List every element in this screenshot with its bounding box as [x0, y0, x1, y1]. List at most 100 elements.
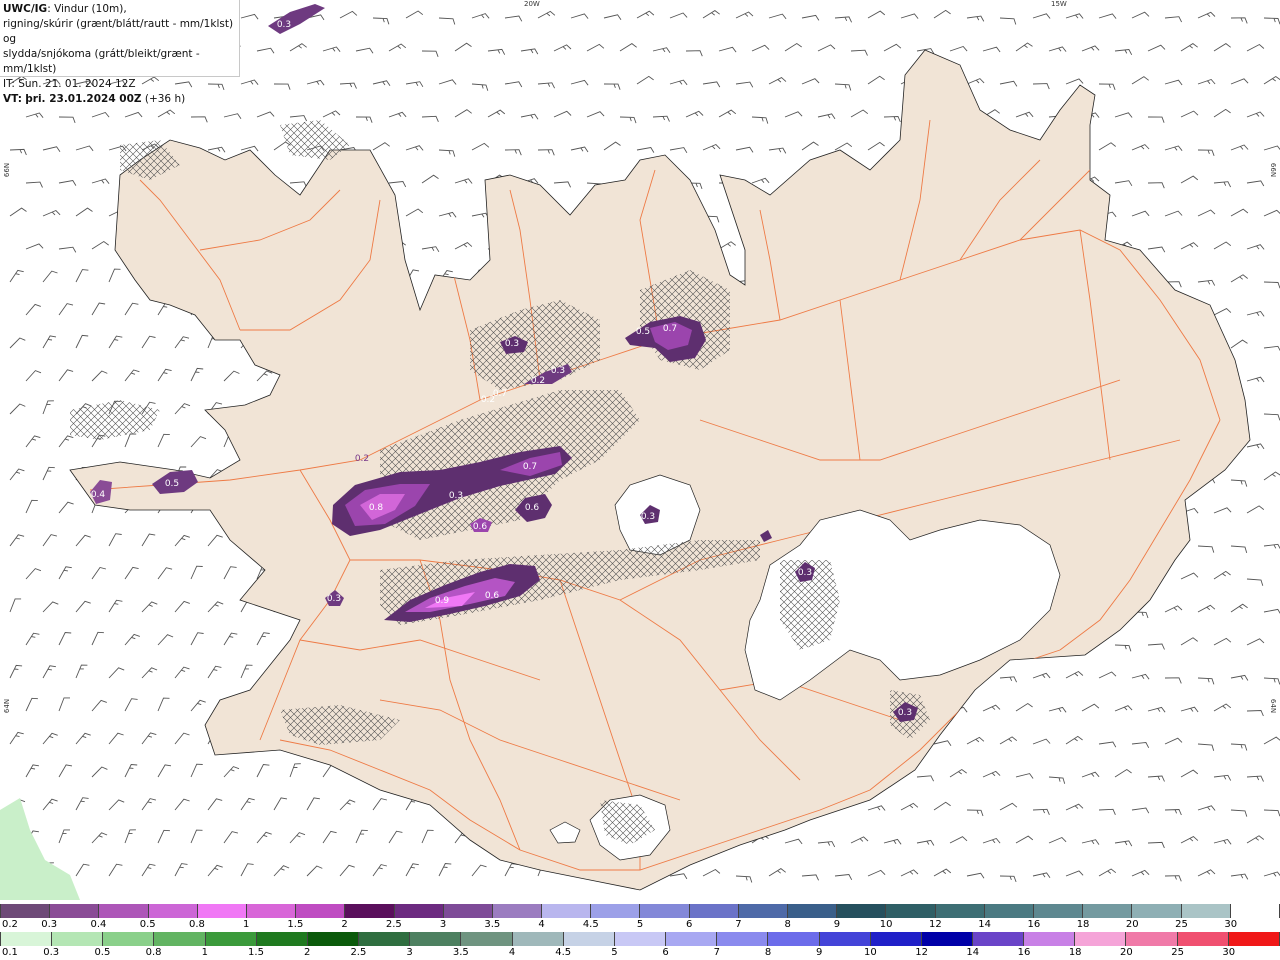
- scale-swatch: [788, 904, 838, 918]
- scale-label: 0.8: [188, 919, 205, 930]
- scale-swatch: [492, 904, 543, 918]
- scale-label: 0.1: [2, 947, 18, 958]
- scale-swatch: [99, 904, 149, 918]
- scale-label: 0.5: [94, 947, 111, 958]
- scale-label: 4.5: [555, 947, 572, 958]
- scale-label: 2.5: [350, 947, 367, 958]
- scale-swatch: [591, 904, 641, 918]
- scale-label: 1: [242, 919, 250, 930]
- lat-label-66n-right: 66N: [1269, 162, 1278, 178]
- scale-label: 4: [538, 919, 545, 930]
- scale-swatch: [154, 932, 206, 946]
- scale-label: 8: [784, 919, 791, 930]
- scale-swatch: [1177, 932, 1229, 946]
- scale-swatch: [1083, 904, 1133, 918]
- scale-swatch: [52, 932, 104, 946]
- scale-label: 18: [1076, 919, 1090, 930]
- scale-swatch: [886, 904, 936, 918]
- scale-label: 7: [735, 919, 742, 930]
- scale-swatch: [972, 932, 1025, 946]
- scale-swatch: [461, 932, 513, 946]
- scale-swatch: [0, 904, 51, 918]
- scale-swatch: [256, 932, 308, 946]
- scale-swatch: [1230, 904, 1280, 918]
- lon-label-20w: 20W: [524, 0, 540, 8]
- scale-label: 3.5: [484, 919, 501, 930]
- scale-label: 25: [1175, 919, 1188, 930]
- amount-label: 0.3: [798, 568, 812, 578]
- scale-label: 4.5: [582, 919, 599, 930]
- amount-label: 0.7: [523, 462, 537, 472]
- scale-swatch: [717, 932, 769, 946]
- scale-swatch: [666, 932, 718, 946]
- scale-swatch: [1126, 932, 1178, 946]
- amount-label: 0.7: [493, 389, 507, 399]
- scale-swatch: [394, 904, 444, 918]
- scale-swatch: [246, 904, 297, 918]
- scale-swatch: [443, 904, 493, 918]
- scale-label: 0.8: [145, 947, 162, 958]
- scale-swatch: [50, 904, 100, 918]
- scale-label: 3: [406, 947, 413, 958]
- amount-label: 0.3: [898, 708, 912, 718]
- scale-label: 30: [1224, 919, 1238, 930]
- amount-label: 0.5: [636, 327, 650, 337]
- lat-label-66n-left: 66N: [3, 162, 12, 178]
- amount-label: 0.5: [165, 479, 179, 489]
- lat-label-64n-right: 64N: [1269, 698, 1278, 714]
- scale-swatch: [0, 932, 53, 946]
- scale-label: 30: [1222, 947, 1236, 958]
- amount-label: 0.2: [355, 454, 369, 464]
- amount-label: 0.7: [663, 324, 677, 334]
- model-name: UWC/IG: [3, 3, 48, 15]
- scale-label: 0.5: [139, 919, 156, 930]
- amount-label: 0.2: [531, 376, 545, 386]
- lat-label-64n-left: 64N: [3, 698, 12, 714]
- scale-swatch: [1033, 904, 1084, 918]
- scale-swatch: [410, 932, 462, 946]
- amount-label: 0.6: [473, 522, 488, 532]
- header-line-2: rigning/skúrir (grænt/blátt/rautt - mm/1…: [3, 18, 234, 45]
- scale-swatch: [614, 932, 667, 946]
- scale-swatch: [205, 932, 257, 946]
- rain-scale-labels: 0.1 0.3 0.5 0.8 1 1.5 2 2.5 3 3.5 4 4.5 5 6 7 8 9 10 12 14 1…: [0, 947, 1280, 959]
- lon-label-15w: 15W: [1051, 0, 1067, 8]
- amount-label: 0.3: [505, 339, 519, 349]
- scale-label: 14: [978, 919, 991, 930]
- valid-time-label: VT:: [3, 93, 22, 105]
- scale-label: 10: [864, 947, 877, 958]
- scale-label: 20: [1120, 947, 1133, 958]
- scale-label: 8: [764, 947, 772, 958]
- amount-label: 0.3: [641, 512, 655, 522]
- scale-label: 16: [1027, 919, 1041, 930]
- scale-swatch: [819, 932, 871, 946]
- scale-swatch: [689, 904, 739, 918]
- scale-swatch: [837, 904, 887, 918]
- snow-scale-bar: [0, 904, 1280, 918]
- color-scale-legend: 0.2 0.3 0.4 0.5 0.8 1 1.5 2 2.5 3 3.5 4 4.5 5 6 7 8 9 10 12…: [0, 900, 1280, 960]
- amount-label: 0.3: [551, 366, 565, 376]
- scale-label: 2: [341, 919, 348, 930]
- amount-label: 0.3: [327, 594, 341, 604]
- scale-label: 0.3: [41, 919, 58, 930]
- scale-swatch: [1181, 904, 1231, 918]
- scale-swatch: [738, 904, 788, 918]
- amount-label: 0.3: [449, 491, 463, 501]
- snow-scale-labels: 0.2 0.3 0.4 0.5 0.8 1 1.5 2 2.5 3 3.5 4 4.5 5 6 7 8 9 10 12…: [0, 919, 1280, 931]
- scale-swatch: [197, 904, 247, 918]
- valid-time: VT: þri. 23.01.2024 00Z (+36 h): [3, 92, 236, 107]
- scale-label: 10: [879, 919, 893, 930]
- scale-label: 3: [439, 919, 447, 930]
- scale-label: 1.5: [248, 947, 264, 958]
- amount-label: 0.6: [485, 591, 500, 601]
- scale-swatch: [640, 904, 690, 918]
- amount-label: 0.8: [369, 503, 384, 513]
- scale-swatch: [563, 932, 615, 946]
- amount-label: 0.4: [91, 490, 106, 500]
- scale-label: 0.3: [43, 947, 60, 958]
- scale-label: 12: [929, 919, 942, 930]
- scale-swatch: [359, 932, 411, 946]
- scale-swatch: [103, 932, 155, 946]
- scale-label: 20: [1125, 919, 1139, 930]
- amount-label: 0.3: [277, 20, 291, 30]
